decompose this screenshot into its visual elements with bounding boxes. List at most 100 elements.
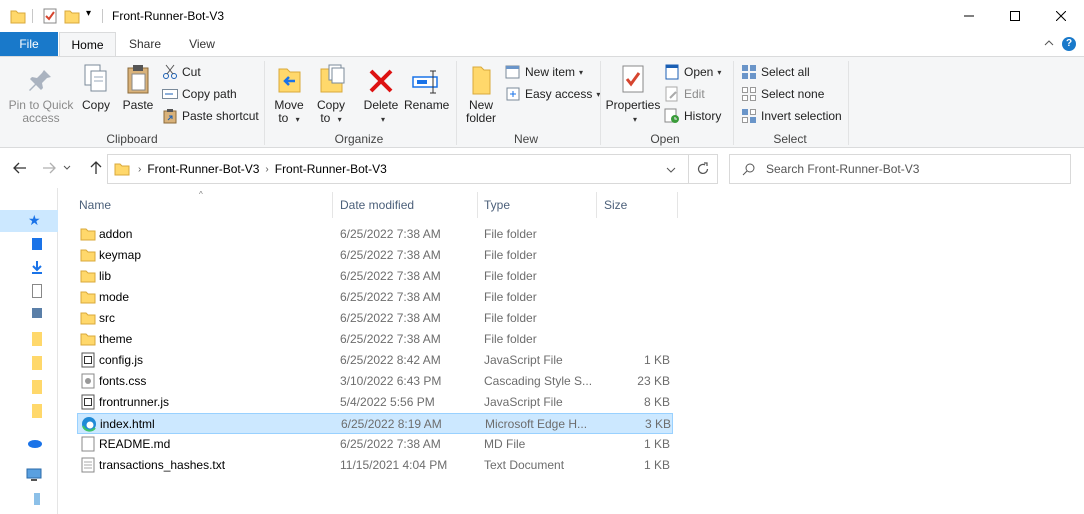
delete-button[interactable]: Delete ▾	[362, 61, 400, 126]
downloads-icon[interactable]	[32, 260, 42, 274]
onedrive-icon[interactable]	[26, 438, 42, 448]
folder-icon[interactable]	[32, 332, 42, 346]
pictures-icon[interactable]	[32, 308, 42, 318]
recent-locations-button[interactable]	[62, 160, 72, 176]
file-name[interactable]: mode	[99, 287, 329, 308]
copy-button[interactable]: Copy	[78, 61, 114, 112]
cut-button[interactable]: Cut	[162, 62, 201, 82]
file-row[interactable]: frontrunner.js 5/4/2022 5:56 PM JavaScript…	[77, 392, 673, 413]
column-separator[interactable]	[477, 192, 478, 218]
file-name[interactable]: addon	[99, 224, 329, 245]
file-name[interactable]: fonts.css	[99, 371, 329, 392]
nav-item-quick-access[interactable]: ★	[0, 210, 58, 232]
folder-icon[interactable]	[32, 404, 42, 418]
back-button[interactable]	[12, 160, 28, 176]
invert-selection-button[interactable]: Invert selection	[741, 106, 842, 126]
new-item-button[interactable]: New item ▾	[505, 62, 583, 82]
select-all-button[interactable]: Select all	[741, 62, 810, 82]
easy-access-button[interactable]: Easy access ▾	[505, 84, 600, 104]
column-header-date-modified[interactable]: Date modified	[336, 195, 476, 219]
file-row[interactable]: transactions_hashes.txt 11/15/2021 4:04 P…	[77, 455, 673, 476]
tab-view[interactable]: View	[178, 32, 226, 56]
tab-home[interactable]: Home	[59, 32, 116, 57]
customize-quick-access-icon[interactable]: ▾	[86, 8, 91, 19]
file-date-modified: 6/25/2022 7:38 AM	[340, 332, 441, 346]
this-pc-icon[interactable]	[26, 468, 42, 482]
file-date-modified: 6/25/2022 8:19 AM	[341, 417, 442, 431]
select-none-button[interactable]: Select none	[741, 84, 824, 104]
edit-button[interactable]: Edit	[664, 84, 705, 104]
tab-share[interactable]: Share	[120, 32, 170, 56]
file-name[interactable]: transactions_hashes.txt	[99, 455, 329, 476]
column-header-type[interactable]: Type	[480, 195, 596, 219]
file-name[interactable]: keymap	[99, 245, 329, 266]
file-name[interactable]: lib	[99, 266, 329, 287]
file-name[interactable]: config.js	[99, 350, 329, 371]
new-folder-button[interactable]: New folder	[462, 61, 500, 125]
move-to-icon	[278, 68, 301, 93]
file-size	[598, 329, 670, 350]
file-name[interactable]: index.html	[100, 414, 330, 435]
documents-icon[interactable]	[32, 284, 42, 298]
network-icon[interactable]	[32, 492, 42, 506]
file-row[interactable]: addon 6/25/2022 7:38 AM File folder	[77, 224, 673, 245]
breadcrumb-item[interactable]: Front-Runner-Bot-V3	[147, 162, 259, 176]
file-row[interactable]: mode 6/25/2022 7:38 AM File folder	[77, 287, 673, 308]
file-type: Cascading Style S...	[484, 374, 593, 388]
tab-file[interactable]: File	[0, 32, 58, 56]
properties-button[interactable]: Properties ▾	[604, 61, 662, 126]
search-box[interactable]: Search Front-Runner-Bot-V3	[729, 154, 1071, 184]
file-name[interactable]: README.md	[99, 434, 329, 455]
pin-to-quick-access-button[interactable]: Pin to Quick access	[6, 61, 76, 125]
file-name[interactable]: frontrunner.js	[99, 392, 329, 413]
collapse-ribbon-icon[interactable]	[1044, 38, 1054, 48]
column-separator[interactable]	[332, 192, 333, 218]
file-name[interactable]: theme	[99, 329, 329, 350]
properties-quick-icon[interactable]	[42, 7, 58, 25]
copy-path-button[interactable]: Copy path	[162, 84, 237, 104]
open-button[interactable]: Open ▾	[664, 62, 721, 82]
file-row[interactable]: index.html 6/25/2022 8:19 AM Microsoft Edg…	[77, 413, 673, 434]
new-folder-quick-icon[interactable]	[64, 7, 80, 25]
column-header-size[interactable]: Size	[600, 195, 676, 219]
file-row[interactable]: config.js 6/25/2022 8:42 AM JavaScript Fil…	[77, 350, 673, 371]
desktop-icon[interactable]	[32, 238, 42, 250]
open-label: Open	[684, 65, 714, 79]
rename-button[interactable]: Rename	[404, 61, 449, 112]
up-button[interactable]	[88, 160, 104, 176]
refresh-button[interactable]	[688, 154, 718, 184]
move-to-label-2: to	[278, 111, 289, 125]
file-type: Text Document	[484, 458, 565, 472]
file-row[interactable]: fonts.css 3/10/2022 6:43 PM Cascading Styl…	[77, 371, 673, 392]
maximize-button[interactable]	[992, 0, 1038, 32]
refresh-icon	[697, 162, 709, 175]
folder-icon[interactable]	[32, 380, 42, 394]
file-row[interactable]: keymap 6/25/2022 7:38 AM File folder	[77, 245, 673, 266]
file-row[interactable]: theme 6/25/2022 7:38 AM File folder	[77, 329, 673, 350]
copy-to-button[interactable]: Copy to ▾	[312, 61, 350, 126]
folder-icon[interactable]	[32, 356, 42, 370]
column-separator[interactable]	[596, 192, 597, 218]
file-name[interactable]: src	[99, 308, 329, 329]
minimize-button[interactable]	[946, 0, 992, 32]
file-row[interactable]: README.md 6/25/2022 7:38 AM MD File 1 KB	[77, 434, 673, 455]
address-history-chevron-icon[interactable]	[666, 167, 676, 173]
move-to-button[interactable]: Move to ▾	[270, 61, 308, 126]
file-date-modified: 6/25/2022 8:42 AM	[340, 353, 441, 367]
column-separator[interactable]	[677, 192, 678, 218]
forward-button[interactable]	[41, 160, 57, 176]
breadcrumb-item[interactable]: Front-Runner-Bot-V3	[275, 162, 387, 176]
paste-button[interactable]: Paste	[120, 61, 156, 112]
file-row[interactable]: src 6/25/2022 7:38 AM File folder	[77, 308, 673, 329]
column-header-name[interactable]: Name	[75, 195, 331, 219]
history-button[interactable]: History	[664, 106, 721, 126]
select-group-label: Select	[773, 132, 807, 146]
close-button[interactable]	[1038, 0, 1084, 32]
group-separator	[264, 61, 265, 145]
edit-icon	[665, 86, 678, 102]
paste-shortcut-button[interactable]: Paste shortcut	[162, 106, 259, 126]
file-row[interactable]: lib 6/25/2022 7:38 AM File folder	[77, 266, 673, 287]
help-icon[interactable]: ?	[1062, 37, 1076, 51]
address-bar[interactable]: › Front-Runner-Bot-V3 › Front-Runner-Bot…	[107, 154, 689, 184]
file-size: 23 KB	[637, 374, 670, 388]
